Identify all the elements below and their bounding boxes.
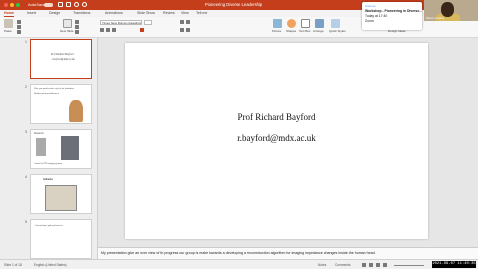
- cut-icon[interactable]: [17, 20, 21, 24]
- shapes-label: Shapes: [286, 29, 297, 33]
- tab-view[interactable]: View: [181, 11, 189, 16]
- save-icon[interactable]: [66, 2, 71, 7]
- new-slide-icon[interactable]: [63, 19, 72, 28]
- zoom-notification[interactable]: zoom.us Workshop - Pioneering in Diverse…: [362, 2, 422, 30]
- zoom-window-icon[interactable]: [16, 3, 20, 7]
- slide-count: Slide 1 of 18: [4, 263, 22, 267]
- language-indicator[interactable]: English (United States): [34, 263, 67, 267]
- design-ideas-label: Design Ideas: [388, 29, 406, 33]
- slide-thumbnail-2[interactable]: Who you spend to take a pic in the Insti…: [30, 84, 92, 124]
- zoom-slider[interactable]: [394, 264, 424, 266]
- numbering-icon[interactable]: [186, 20, 190, 24]
- thumbnail-number: 3: [25, 130, 27, 134]
- tab-home[interactable]: Home: [4, 11, 14, 17]
- thumbnail-number: 4: [25, 175, 27, 179]
- underline-icon[interactable]: [112, 28, 116, 32]
- comments-toggle[interactable]: Comments: [335, 263, 350, 267]
- paste-label: Paste: [4, 29, 12, 33]
- font-name-select[interactable]: Times New Roman (Headings): [100, 20, 142, 25]
- presenter-name[interactable]: Prof Richard Bayford: [125, 112, 428, 122]
- status-bar: Slide 1 of 18 English (United States) No…: [0, 259, 478, 269]
- reset-icon[interactable]: [75, 25, 79, 29]
- recording-timestamp: 2021-09-07 11:40:35: [432, 261, 476, 268]
- thumbnail-image: [69, 100, 83, 122]
- tab-transitions[interactable]: Transitions: [73, 11, 90, 16]
- align-left-icon[interactable]: [180, 28, 184, 32]
- participant-video[interactable]: Sharon Lindsay: [424, 0, 478, 21]
- current-slide[interactable]: Prof Richard Bayford r.bayford@mdx.ac.uk: [125, 43, 428, 239]
- bold-icon[interactable]: [100, 28, 104, 32]
- font-color-icon[interactable]: [140, 28, 144, 32]
- thumbnail-text: Prof Richard Bayford: [51, 53, 74, 56]
- thumbnail-text: Current future path and success: [35, 225, 63, 227]
- slide-show-icon[interactable]: [383, 263, 387, 267]
- notification-source: Zoom: [365, 19, 374, 23]
- tab-design[interactable]: Design: [49, 11, 60, 16]
- reading-view-icon[interactable]: [376, 263, 380, 267]
- autosave-toggle[interactable]: [44, 3, 53, 7]
- text-box-icon[interactable]: [301, 19, 310, 28]
- format-painter-icon[interactable]: [17, 30, 21, 34]
- quick-styles-icon[interactable]: [331, 19, 340, 28]
- speaker-notes-text[interactable]: My presentation give an over view of th …: [101, 251, 376, 255]
- slide-sorter-icon[interactable]: [369, 263, 373, 267]
- copy-icon[interactable]: [17, 25, 21, 29]
- document-title: Pioneering Diverse Leadership: [205, 2, 263, 7]
- notification-app-name: zoom.us: [365, 4, 376, 8]
- thumbnail-text: Research: [34, 132, 44, 135]
- section-icon[interactable]: [75, 30, 79, 34]
- participant-name: Sharon Lindsay: [426, 17, 445, 20]
- thumbnail-image: [61, 136, 79, 160]
- tab-animations[interactable]: Animations: [105, 11, 123, 16]
- thumbnail-number: 1: [25, 40, 27, 44]
- italic-icon[interactable]: [106, 28, 110, 32]
- picture-label: Picture: [272, 29, 282, 33]
- slide-thumbnail-5[interactable]: Current future path and success: [30, 219, 92, 259]
- redo-icon[interactable]: [82, 2, 87, 7]
- quick-styles-label: Quick Styles: [329, 29, 346, 33]
- thumbnail-image: [45, 185, 77, 211]
- thumbnail-number: 2: [25, 85, 27, 89]
- presenter-email[interactable]: r.bayford@mdx.ac.uk: [125, 133, 428, 143]
- notes-toggle[interactable]: Notes: [318, 263, 326, 267]
- thumbnail-text: Setbacks: [43, 178, 53, 181]
- thumbnail-text: r.bayford@mdx.ac.uk: [52, 58, 75, 61]
- notification-title: Workshop - Pioneering in Diverse...: [365, 9, 423, 13]
- thumbnail-text: Control of EIT imaging systems: [34, 163, 63, 165]
- close-window-icon[interactable]: [4, 3, 8, 7]
- thumbnail-text: Identity and team/influences: [34, 93, 59, 95]
- undo-icon[interactable]: [74, 2, 79, 7]
- tab-review[interactable]: Review: [163, 11, 175, 16]
- slide-thumbnail-3[interactable]: Research Control of EIT imaging systems: [30, 129, 92, 169]
- arrange-label: Arrange: [313, 29, 324, 33]
- slide-thumbnails-panel[interactable]: 1 Prof Richard Bayford r.bayford@mdx.ac.…: [0, 38, 98, 259]
- participant-face: [441, 2, 454, 17]
- notification-time: Today at 17:40: [365, 14, 388, 18]
- tab-tell-me[interactable]: Tell me: [196, 11, 207, 16]
- tab-insert[interactable]: Insert: [27, 11, 36, 16]
- slide-thumbnail-1[interactable]: Prof Richard Bayford r.bayford@mdx.ac.uk: [30, 39, 92, 79]
- home-icon[interactable]: [58, 2, 63, 7]
- thumbnail-text: Who you spend to take a pic in the Insti…: [34, 88, 74, 90]
- shapes-icon[interactable]: [287, 19, 296, 28]
- tab-slide-show[interactable]: Slide Show: [137, 11, 155, 16]
- new-slide-label: New Slide: [60, 29, 74, 33]
- layout-icon[interactable]: [75, 20, 79, 24]
- paste-icon[interactable]: [4, 19, 13, 28]
- arrange-icon[interactable]: [315, 19, 324, 28]
- thumbnail-image: [36, 138, 46, 156]
- minimize-window-icon[interactable]: [10, 3, 14, 7]
- speaker-notes-pane[interactable]: My presentation give an over view of th …: [98, 247, 478, 259]
- thumbnail-number: 5: [25, 220, 27, 224]
- normal-view-icon[interactable]: [362, 263, 366, 267]
- slide-thumbnail-4[interactable]: Setbacks: [30, 174, 92, 214]
- slide-canvas-area: Prof Richard Bayford r.bayford@mdx.ac.uk: [98, 38, 478, 247]
- bullets-icon[interactable]: [180, 20, 184, 24]
- font-size-select[interactable]: [144, 20, 152, 25]
- align-center-icon[interactable]: [186, 28, 190, 32]
- autosave-label: AutoSave: [28, 2, 46, 7]
- picture-icon[interactable]: [273, 19, 282, 28]
- text-box-label: Text Box: [299, 29, 311, 33]
